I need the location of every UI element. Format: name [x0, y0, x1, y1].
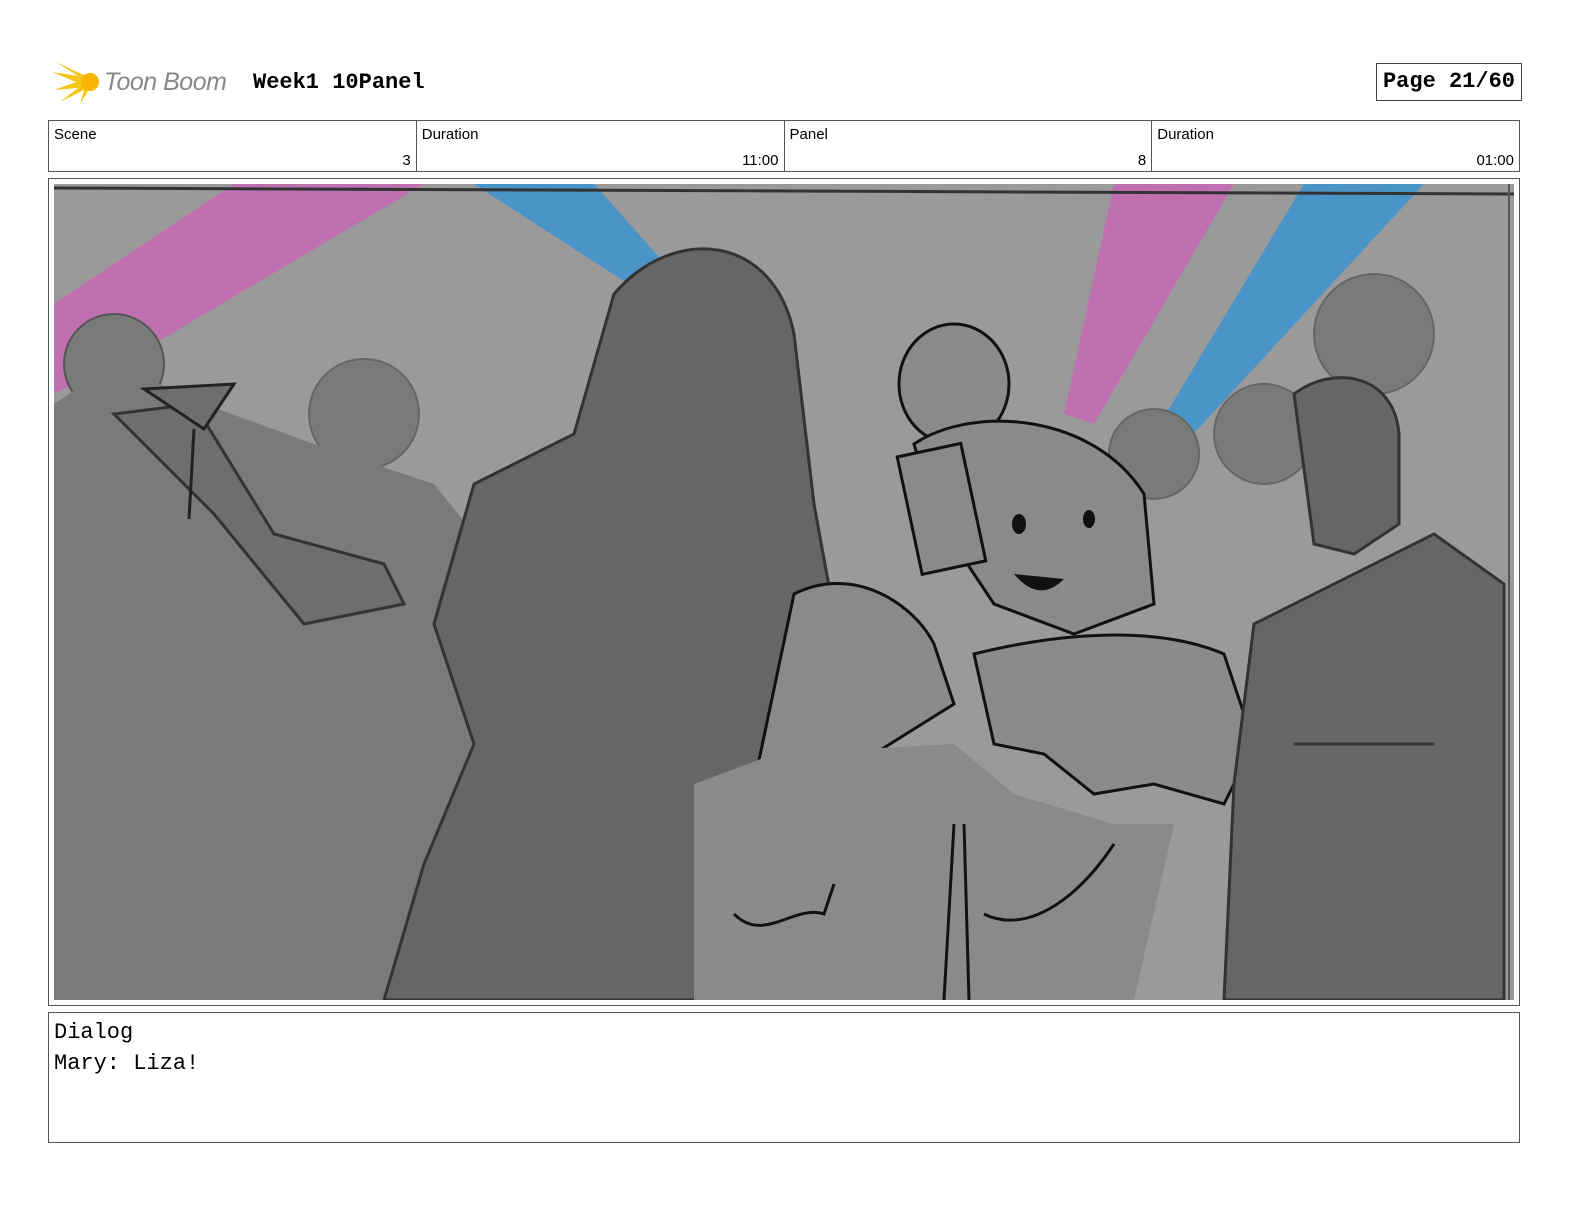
panel-cell: Panel 8	[785, 121, 1153, 171]
party-scene-sketch	[54, 184, 1514, 1000]
scene-duration-label: Duration	[421, 126, 479, 143]
scene-duration-value: 11:00	[742, 152, 779, 169]
scene-duration-cell: Duration 11:00	[417, 121, 785, 171]
panel-frame	[48, 178, 1520, 1006]
panel-duration-label: Duration	[1157, 126, 1214, 143]
dialog-text: Mary: Liza!	[54, 1051, 200, 1076]
panel-info-row: Scene 3 Duration 11:00 Panel 8 Duration …	[48, 120, 1520, 172]
panel-label: Panel	[789, 126, 828, 143]
page-indicator: Page 21/60	[1375, 63, 1522, 101]
project-title: Week1 10Panel	[253, 70, 425, 95]
star-burst-icon	[52, 62, 99, 104]
panel-duration-value: 01:00	[1476, 152, 1514, 169]
storyboard-header: Toon Boom Week1 10Panel Page 21/60	[50, 58, 1522, 108]
scene-value: 3	[402, 152, 411, 169]
logo-text: Toon Boom	[104, 68, 227, 96]
scene-cell: Scene 3	[49, 121, 417, 171]
toon-boom-logo: Toon Boom	[50, 58, 240, 108]
scene-label: Scene	[54, 126, 97, 143]
storyboard-sketch	[54, 184, 1514, 1000]
panel-duration-cell: Duration 01:00	[1152, 121, 1519, 171]
panel-value: 8	[1137, 152, 1147, 169]
dialog-box: Dialog Mary: Liza!	[48, 1012, 1520, 1143]
dialog-label: Dialog	[54, 1020, 134, 1045]
